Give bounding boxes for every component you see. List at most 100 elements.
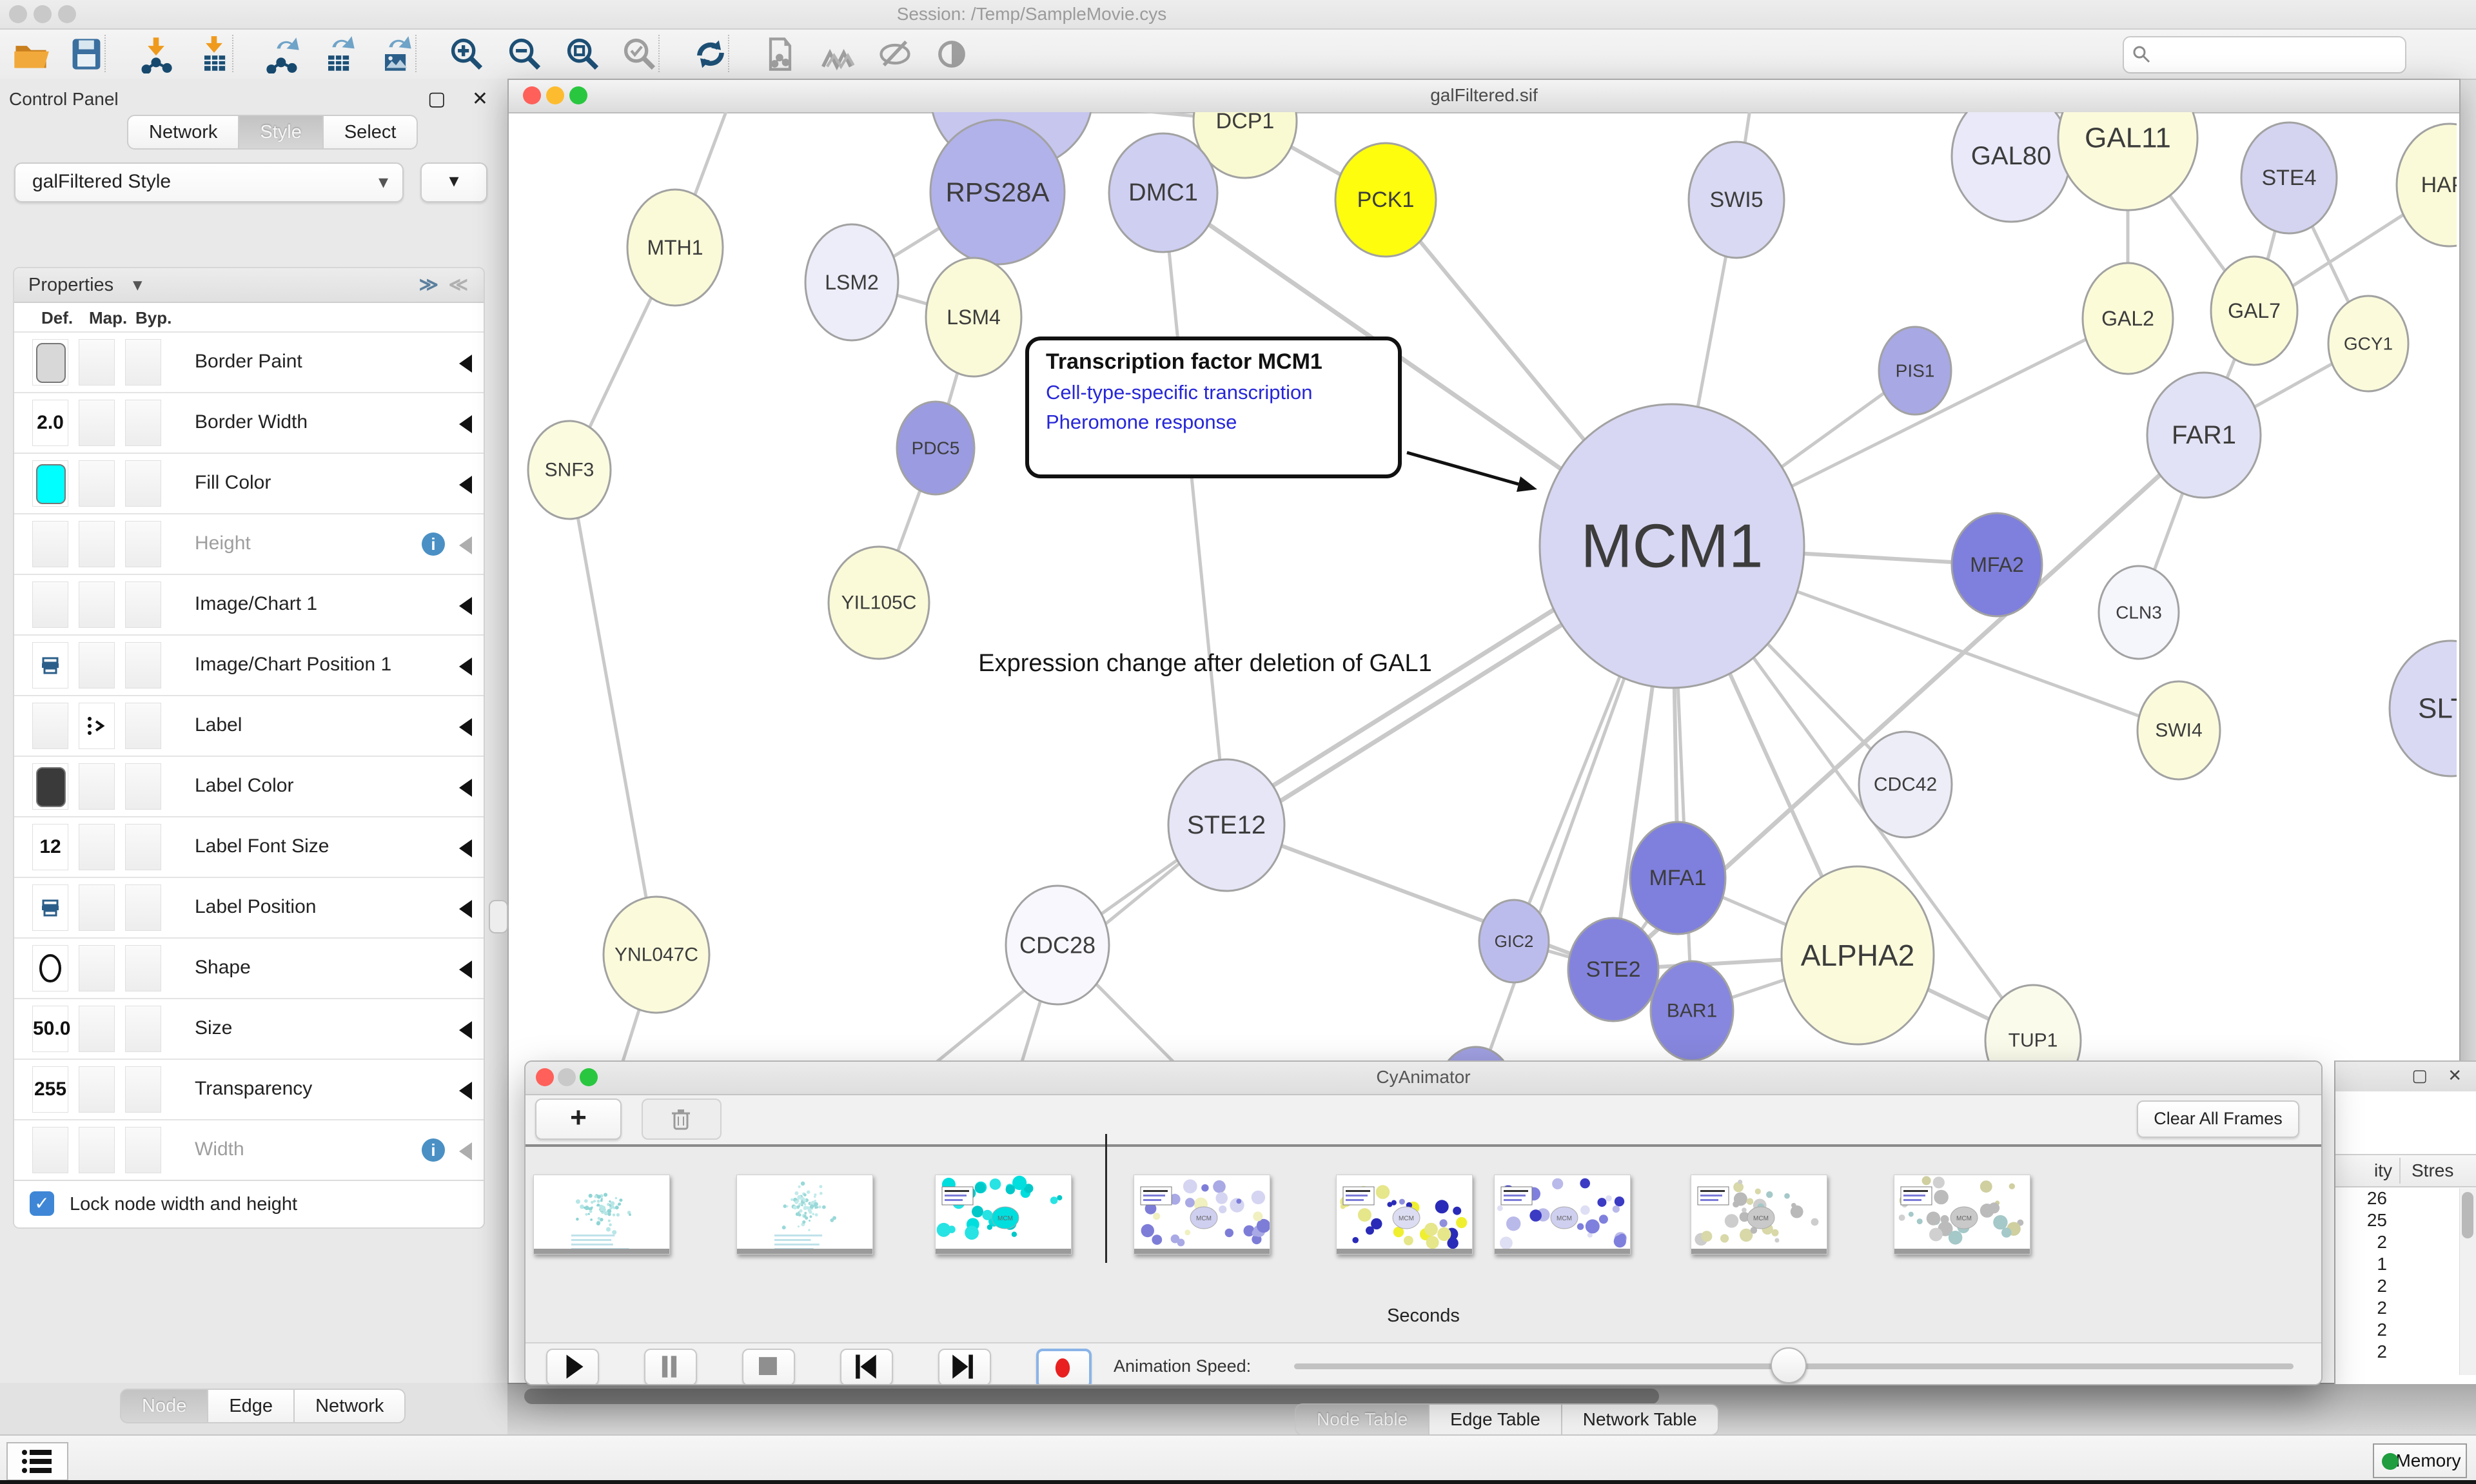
style-select[interactable]: galFiltered Style ▾ [14, 162, 404, 202]
memory-button[interactable]: Memory [2373, 1443, 2467, 1478]
play-button[interactable] [546, 1349, 599, 1385]
property-row-image-chart-position-1[interactable]: Image/Chart Position 1 [14, 634, 484, 695]
bypass-cell[interactable] [125, 1006, 161, 1052]
default-value-cell[interactable]: 50.0 [32, 1006, 68, 1052]
network-node-mfa2[interactable]: MFA2 [1952, 513, 2042, 616]
mapping-cell[interactable] [79, 824, 115, 870]
annotation-link[interactable]: Cell-type-specific transcription [1046, 381, 1391, 404]
network-node-lsm4[interactable]: LSM4 [926, 258, 1021, 376]
mapping-cell[interactable] [79, 460, 115, 507]
bypass-cell[interactable] [125, 521, 161, 567]
network-node-gcy1[interactable]: GCY1 [2328, 296, 2408, 391]
frame-thumbnail-1[interactable] [736, 1175, 873, 1255]
panel-splitter-handle[interactable] [489, 900, 508, 933]
bypass-cell[interactable] [125, 945, 161, 991]
search-input[interactable] [2123, 36, 2406, 73]
lock-node-size-row[interactable]: ✓ Lock node width and height [14, 1180, 484, 1227]
tab-edge-table[interactable]: Edge Table [1430, 1403, 1562, 1436]
network-node-mfa1[interactable]: MFA1 [1630, 822, 1725, 934]
open-session-icon[interactable] [12, 35, 50, 73]
default-value-cell[interactable] [32, 703, 68, 749]
zoom-selected-icon[interactable] [620, 35, 659, 73]
mapping-cell[interactable] [79, 642, 115, 688]
network-node-lsm2[interactable]: LSM2 [805, 224, 898, 340]
cyanimator-titlebar[interactable]: CyAnimator [526, 1062, 2321, 1095]
mapping-cell[interactable] [79, 945, 115, 991]
property-row-size[interactable]: 50.0Size [14, 998, 484, 1059]
bypass-cell[interactable] [125, 339, 161, 386]
network-node-bar1[interactable]: BAR1 [1651, 961, 1733, 1060]
table-column-headers[interactable]: ity Stres [2335, 1154, 2476, 1187]
tab-edge[interactable]: Edge [208, 1389, 295, 1423]
mapping-cell[interactable] [79, 400, 115, 446]
default-value-cell[interactable] [32, 581, 68, 628]
bypass-cell[interactable] [125, 400, 161, 446]
lock-checkbox[interactable]: ✓ [30, 1191, 54, 1216]
skip-start-button[interactable] [840, 1349, 893, 1385]
expand-arrow-icon[interactable] [459, 1082, 472, 1100]
network-node-gal11[interactable]: GAL11 [2058, 112, 2197, 210]
table-cell-value[interactable]: 2 [2335, 1276, 2387, 1296]
property-row-height[interactable]: Heighti [14, 513, 484, 574]
default-value-cell[interactable] [32, 521, 68, 567]
table-vertical-scrollbar[interactable] [2459, 1188, 2476, 1375]
bypass-cell[interactable] [125, 1066, 161, 1113]
mapping-cell[interactable] [79, 1006, 115, 1052]
default-value-cell[interactable] [32, 642, 68, 688]
network-node-gal7[interactable]: GAL7 [2211, 257, 2297, 365]
first-neighbors-icon[interactable] [819, 35, 858, 73]
mapping-cell[interactable] [79, 581, 115, 628]
expand-arrow-icon[interactable] [459, 1021, 472, 1039]
mapping-cell[interactable] [79, 763, 115, 810]
default-value-cell[interactable] [32, 884, 68, 931]
table-cell-value[interactable]: 2 [2335, 1232, 2387, 1253]
network-node-rps28a[interactable]: RPS28A [930, 120, 1065, 264]
table-cell-value[interactable]: 2 [2335, 1298, 2387, 1318]
default-value-cell[interactable] [32, 945, 68, 991]
zoom-fit-icon[interactable] [564, 35, 602, 73]
network-node-gal2[interactable]: GAL2 [2083, 263, 2173, 374]
task-history-button[interactable] [6, 1442, 68, 1481]
show-all-icon[interactable] [932, 35, 971, 73]
property-row-fill-color[interactable]: Fill Color [14, 453, 484, 513]
tab-node[interactable]: Node [120, 1389, 208, 1423]
panel-window-buttons[interactable]: ▢ ✕ [427, 88, 498, 110]
properties-dropdown-icon[interactable]: ▾ [133, 268, 142, 302]
mapping-cell[interactable] [79, 1127, 115, 1173]
timeline-playhead[interactable] [1105, 1134, 1107, 1263]
network-node-mth1[interactable]: MTH1 [627, 190, 723, 306]
network-node-snf3[interactable]: SNF3 [528, 421, 611, 519]
property-row-border-paint[interactable]: Border Paint [14, 331, 484, 392]
network-node-ste4[interactable]: STE4 [2241, 122, 2337, 233]
capture-frame-button[interactable]: + [535, 1098, 622, 1140]
network-node-ste12[interactable]: STE12 [1168, 759, 1284, 891]
info-icon[interactable]: i [422, 532, 445, 556]
default-value-cell[interactable]: 255 [32, 1066, 68, 1113]
network-node-alpha2[interactable]: ALPHA2 [1782, 866, 1934, 1044]
horizontal-scrollbar[interactable] [524, 1389, 1659, 1404]
network-node-swi4[interactable]: SWI4 [2137, 681, 2220, 779]
default-value-cell[interactable] [32, 1127, 68, 1173]
frame-thumbnail-5[interactable]: MCM [1494, 1175, 1631, 1255]
network-node-dmc1[interactable]: DMC1 [1109, 133, 1217, 252]
mapping-cell[interactable] [79, 1066, 115, 1113]
export-network-icon[interactable] [263, 35, 302, 73]
default-value-cell[interactable]: 12 [32, 824, 68, 870]
bypass-cell[interactable] [125, 824, 161, 870]
expand-arrow-icon[interactable] [459, 900, 472, 918]
expand-arrow-icon[interactable] [459, 1142, 472, 1160]
expand-arrow-icon[interactable] [459, 597, 472, 615]
network-node-swi5[interactable]: SWI5 [1689, 142, 1784, 258]
network-node-gal80[interactable]: GAL80 [1952, 112, 2070, 222]
property-row-label[interactable]: Label [14, 695, 484, 756]
expand-arrow-icon[interactable] [459, 658, 472, 676]
property-row-image-chart-1[interactable]: Image/Chart 1 [14, 574, 484, 634]
frame-thumbnail-6[interactable]: MCM [1691, 1175, 1827, 1255]
network-node-pdc5[interactable]: PDC5 [897, 402, 974, 494]
table-cell-value[interactable]: 1 [2335, 1254, 2387, 1274]
animation-speed-slider-thumb[interactable] [1771, 1347, 1807, 1383]
network-node-pis1[interactable]: PIS1 [1879, 327, 1951, 415]
network-node-pck1[interactable]: PCK1 [1335, 143, 1436, 257]
network-node-cdc42[interactable]: CDC42 [1859, 732, 1952, 837]
bypass-cell[interactable] [125, 703, 161, 749]
